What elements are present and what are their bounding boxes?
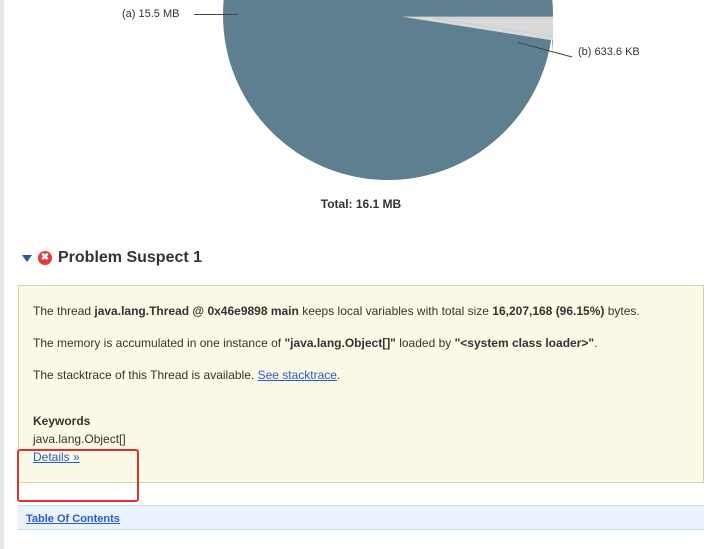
pie-chart-area: (a) 15.5 MB (b) 633.6 KB Total: 16.1 MB	[18, 0, 704, 215]
collapse-icon[interactable]	[22, 255, 32, 262]
pie-total-label: Total: 16.1 MB	[18, 197, 704, 211]
pie-chart	[223, 0, 553, 180]
details-link[interactable]: Details »	[33, 450, 80, 464]
problem-suspect-box: The thread java.lang.Thread @ 0x46e9898 …	[18, 285, 704, 483]
pie-label-a: (a) 15.5 MB	[122, 8, 179, 20]
toc-link[interactable]: Table Of Contents	[26, 513, 120, 525]
suspect-line-1: The thread java.lang.Thread @ 0x46e9898 …	[33, 302, 685, 320]
section-title: Problem Suspect 1	[58, 249, 202, 267]
keywords-block: Keywords java.lang.Object[] Details »	[33, 412, 685, 466]
suspect-line-3: The stacktrace of this Thread is availab…	[33, 366, 685, 384]
toc-bar: Table Of Contents	[18, 505, 704, 530]
section-header[interactable]: ✖ Problem Suspect 1	[22, 249, 704, 267]
keywords-label: Keywords	[33, 414, 90, 428]
stacktrace-link[interactable]: See stacktrace	[258, 368, 337, 382]
suspect-line-2: The memory is accumulated in one instanc…	[33, 334, 685, 352]
pie-label-b: (b) 633.6 KB	[578, 46, 640, 58]
label-a-leader	[194, 14, 238, 15]
error-icon: ✖	[38, 251, 52, 265]
keyword-value: java.lang.Object[]	[33, 432, 126, 446]
